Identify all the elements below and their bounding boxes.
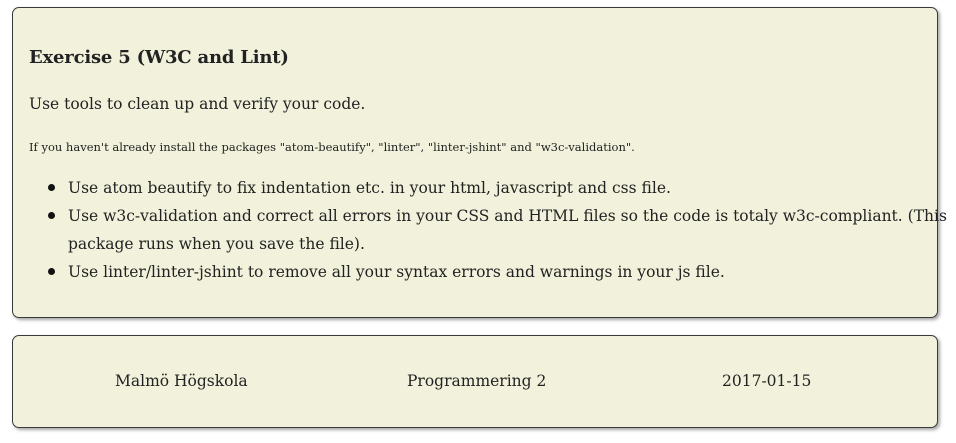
bullet-icon <box>48 184 55 191</box>
task-text: Use w3c-validation and correct all error… <box>68 207 947 253</box>
list-item: Use atom beautify to fix indentation etc… <box>48 174 948 202</box>
footer-course: Programmering 2 <box>407 372 547 390</box>
list-item: Use linter/linter-jshint to remove all y… <box>48 258 948 286</box>
exercise-card: Exercise 5 (W3C and Lint) Use tools to c… <box>12 7 947 318</box>
exercise-title: Exercise 5 (W3C and Lint) <box>29 47 289 68</box>
list-item: Use w3c-validation and correct all error… <box>48 202 948 258</box>
task-text: Use linter/linter-jshint to remove all y… <box>68 263 725 281</box>
footer-school: Malmö Högskola <box>115 372 248 390</box>
bullet-icon <box>48 212 55 219</box>
task-text: Use atom beautify to fix indentation etc… <box>68 179 671 197</box>
footer-date: 2017-01-15 <box>722 372 812 390</box>
exercise-lead: Use tools to clean up and verify your co… <box>29 95 366 113</box>
exercise-note: If you haven't already install the packa… <box>29 140 635 154</box>
task-list: Use atom beautify to fix indentation etc… <box>29 174 948 286</box>
bullet-icon <box>48 268 55 275</box>
footer-card: Malmö Högskola Programmering 2 2017-01-1… <box>12 335 938 428</box>
